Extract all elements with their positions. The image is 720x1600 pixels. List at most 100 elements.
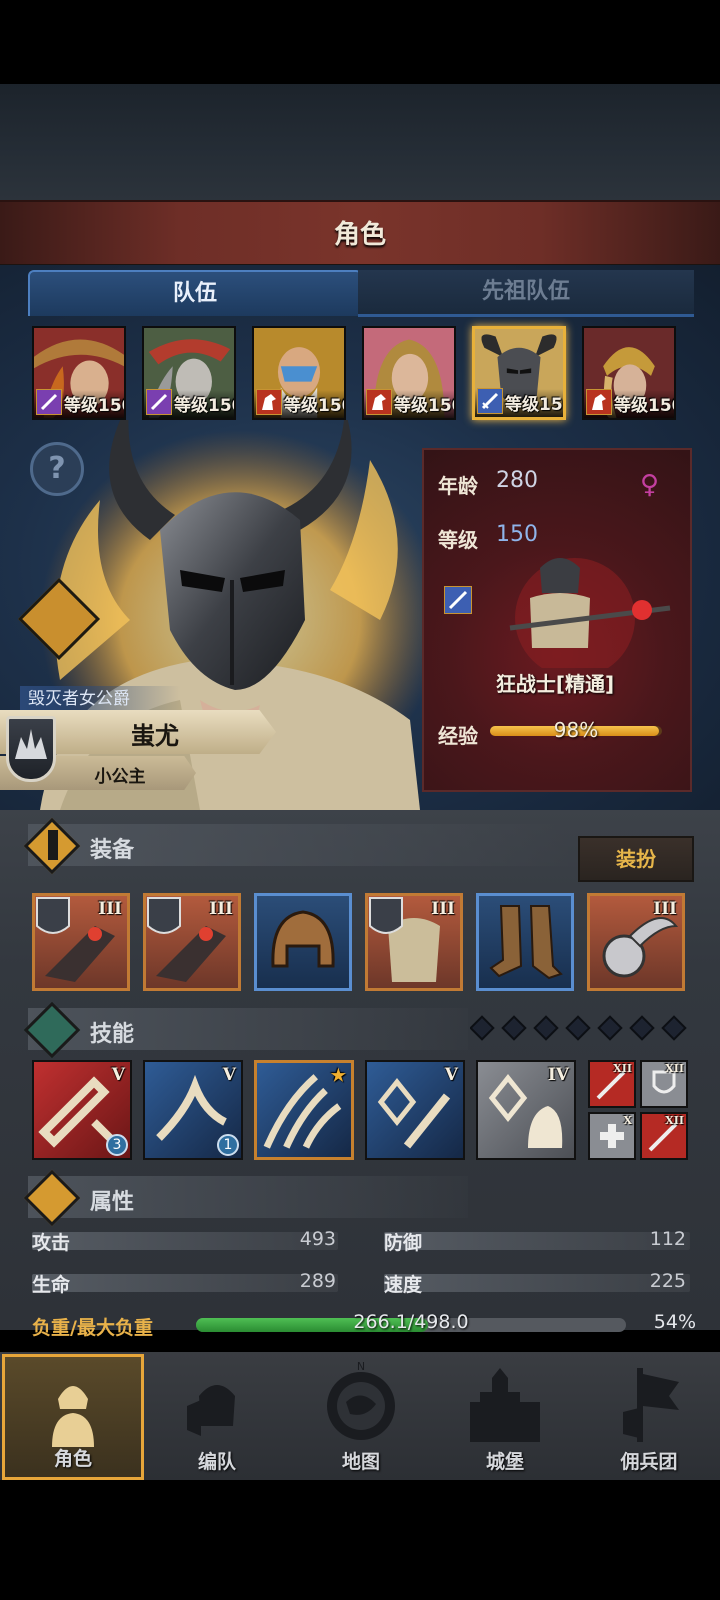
passive-skill-3[interactable]: X	[588, 1112, 636, 1160]
slot-tier: III	[209, 899, 233, 919]
level-value: 150	[496, 522, 538, 547]
knight-icon	[52, 1386, 94, 1447]
tab-ancestor-team[interactable]: 先祖队伍	[358, 270, 694, 317]
hero-title: 毁灭者女公爵	[20, 686, 180, 712]
staff-icon	[36, 389, 62, 415]
skill-tier: V	[111, 1065, 125, 1085]
cross-icon-bar	[48, 830, 58, 860]
sword-class-icon	[444, 586, 472, 614]
banner-icon	[623, 1368, 679, 1442]
page-title: 角色	[333, 220, 386, 250]
equipment-slot-1[interactable]: III	[32, 893, 130, 991]
nav-label: 角色	[53, 1448, 92, 1470]
equipment-slot-4[interactable]: III	[365, 893, 463, 991]
nav-formation[interactable]: 编队	[146, 1354, 288, 1480]
roster-portrait-3[interactable]: 等级150	[252, 326, 346, 420]
roster-portrait-1[interactable]: 等级150	[32, 326, 126, 420]
nav-label: 编队	[197, 1451, 236, 1473]
staff-icon	[146, 389, 172, 415]
svg-text:N: N	[357, 1360, 365, 1373]
attributes-title: 属性	[90, 1190, 135, 1215]
skill-tier: IV	[547, 1065, 569, 1085]
status-bar-area	[0, 0, 720, 84]
exp-label: 经验	[438, 724, 478, 748]
hp-value: 289	[299, 1270, 336, 1292]
skill-slot-3[interactable]: ★	[254, 1060, 354, 1160]
skill-slot-2[interactable]: V 1	[143, 1060, 243, 1160]
skill-tier: V	[222, 1065, 236, 1085]
bottom-black-area	[0, 1480, 720, 1600]
top-background	[0, 84, 720, 200]
boots-icon	[489, 905, 563, 980]
defense-label: 防御	[384, 1232, 423, 1254]
age-label: 年龄	[438, 474, 478, 498]
skill-star: ★	[330, 1066, 346, 1086]
hero-subtitle: 小公主	[94, 767, 146, 787]
speed-value: 225	[649, 1270, 686, 1292]
skill-count-badge: 1	[217, 1134, 239, 1156]
class-name: 狂战士[精通]	[495, 672, 615, 696]
roster-level: 等级150	[394, 396, 454, 416]
equipment-slot-3[interactable]	[254, 893, 352, 991]
sword-icon	[477, 388, 503, 414]
roster-portrait-4[interactable]: 等级150	[362, 326, 456, 420]
passive-tier: X	[623, 1114, 632, 1127]
dress-up-button[interactable]: 装扮	[578, 836, 694, 882]
nav-label: 佣兵团	[620, 1451, 678, 1473]
skill-tier: V	[444, 1065, 458, 1085]
equipment-title: 装备	[90, 838, 135, 863]
compass-icon: N	[327, 1360, 395, 1440]
load-label: 负重/最大负重	[32, 1317, 153, 1339]
roster-level: 等级150	[174, 396, 234, 416]
nav-mercenary[interactable]: 佣兵团	[578, 1354, 720, 1480]
slot-tier: III	[653, 899, 677, 919]
equipment-slot-6[interactable]: III	[587, 893, 685, 991]
slot-tier: III	[431, 899, 455, 919]
roster-portrait-5[interactable]: 等级150	[472, 326, 566, 420]
skill-count-badge: 3	[106, 1134, 128, 1156]
passive-tier: XII	[665, 1114, 684, 1127]
passive-tier: XII	[665, 1062, 684, 1075]
speed-label: 速度	[384, 1274, 423, 1296]
skill-slot-5[interactable]: IV	[476, 1060, 576, 1160]
skill-slot-1[interactable]: V 3	[32, 1060, 132, 1160]
skills-title: 技能	[90, 1022, 135, 1047]
roster-portrait-6[interactable]: 等级150	[582, 326, 676, 420]
age-value: 280	[496, 468, 538, 493]
load-percent: 54%	[653, 1311, 696, 1333]
crest-icon	[6, 716, 56, 782]
passive-tier: XII	[613, 1062, 632, 1075]
equipment-slot-5[interactable]	[476, 893, 574, 991]
passive-skill-1[interactable]: XII	[588, 1060, 636, 1108]
hero-name: 蚩尤	[131, 722, 179, 750]
nav-character[interactable]: 角色	[2, 1354, 144, 1480]
horse-icon	[366, 389, 392, 415]
load-value: 266.1/498.0	[353, 1311, 469, 1333]
slot-tier: III	[98, 899, 122, 919]
help-icon[interactable]: ?	[30, 442, 84, 496]
hp-label: 生命	[32, 1274, 71, 1296]
exp-percent: 98%	[553, 718, 599, 742]
horse-icon	[586, 389, 612, 415]
passive-skill-4[interactable]: XII	[640, 1112, 688, 1160]
passive-skill-2[interactable]: XII	[640, 1060, 688, 1108]
female-icon: ♀	[640, 470, 660, 500]
castle-icon	[470, 1368, 540, 1442]
helmet-icon	[271, 910, 335, 968]
helmet-shield-icon	[187, 1385, 235, 1436]
nav-label: 城堡	[485, 1451, 524, 1473]
nav-castle[interactable]: 城堡	[434, 1354, 576, 1480]
nav-map[interactable]: N 地图	[290, 1354, 432, 1480]
roster-portrait-2[interactable]: 等级150	[142, 326, 236, 420]
equipment-slot-2[interactable]: III	[143, 893, 241, 991]
skill-points-indicator	[470, 1015, 687, 1041]
horse-icon	[256, 389, 282, 415]
roster-level: 等级150	[614, 396, 674, 416]
nav-label: 地图	[341, 1451, 380, 1473]
roster-level: 等级150	[505, 395, 563, 415]
tab-team[interactable]: 队伍	[28, 270, 362, 316]
skill-slot-4[interactable]: V	[365, 1060, 465, 1160]
defense-value: 112	[649, 1228, 686, 1250]
attack-value: 493	[299, 1228, 336, 1250]
roster-level: 等级150	[64, 396, 124, 416]
